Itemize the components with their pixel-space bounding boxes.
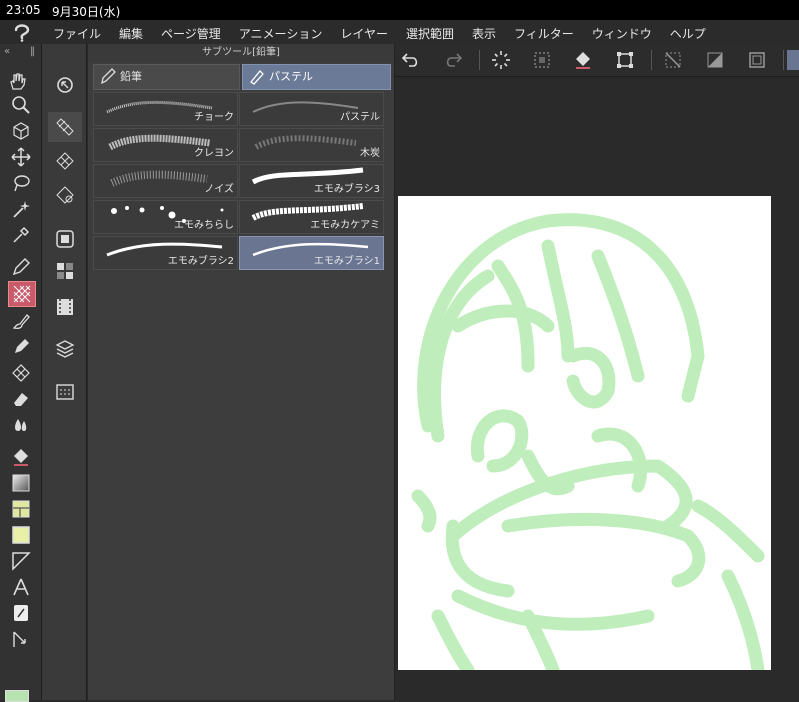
crop-icon[interactable] (745, 48, 769, 72)
material-icon[interactable] (52, 260, 78, 282)
lasso-tool-icon[interactable] (8, 172, 34, 194)
brush-item[interactable]: エモみちらし (93, 200, 238, 234)
app-logo-icon[interactable] (12, 22, 34, 42)
status-date: 9月30日(水) (52, 5, 121, 19)
collapse-left-icon[interactable]: « (4, 46, 10, 57)
group-tab-label: パステル (269, 70, 313, 83)
sketch-drawing (411, 213, 765, 670)
gradient-tool-icon[interactable] (8, 472, 34, 494)
color-swatch-icon[interactable] (8, 524, 34, 546)
brush-stroke-preview (254, 135, 357, 150)
menu-bar: ファイル 編集 ページ管理 アニメーション レイヤー 選択範囲 表示 フィルター… (0, 20, 799, 44)
brush-item[interactable]: クレヨン (93, 128, 238, 162)
busy-icon[interactable] (489, 48, 513, 72)
group-tab-pencil[interactable]: 鉛筆 (93, 64, 240, 90)
transform-icon[interactable] (613, 48, 637, 72)
magic-wand-icon[interactable] (8, 198, 34, 220)
hand-tool-icon[interactable] (4, 70, 30, 92)
subtool-menu-icon[interactable] (52, 74, 78, 96)
toolbar-separator (651, 50, 652, 70)
command-bar (395, 44, 799, 77)
toolbar-separator (479, 50, 480, 70)
group-tab-pastel[interactable]: パステル (242, 64, 391, 90)
brush-label: ノイズ (204, 184, 234, 195)
balloon-tool-icon[interactable] (8, 602, 34, 624)
group-tab-label: 鉛筆 (120, 70, 142, 83)
navigator-icon[interactable] (52, 228, 78, 250)
brush-item[interactable]: パステル (239, 92, 384, 126)
overflow-button[interactable] (787, 50, 799, 70)
menu-filter[interactable]: フィルター (514, 25, 574, 42)
pencil-icon (100, 67, 116, 94)
brush-tool-icon[interactable] (8, 310, 34, 332)
brush-group-icon[interactable] (52, 150, 78, 172)
pencil-group-icon[interactable] (48, 112, 82, 142)
brush-item[interactable]: エモみブラシ2 (93, 236, 238, 270)
brush-label: エモみブラシ3 (313, 184, 380, 195)
brush-item-selected[interactable]: エモみブラシ1 (239, 236, 384, 270)
status-time: 23:05 (6, 3, 41, 17)
subtool-panel-title: サブツール[鉛筆] (88, 44, 394, 62)
timeline-icon[interactable] (52, 296, 78, 318)
fill-tool-icon[interactable] (8, 446, 34, 468)
eraser-tool-icon[interactable] (8, 388, 34, 410)
toolbar-separator (783, 50, 784, 70)
redo-icon[interactable] (441, 48, 465, 72)
brush-label: 木炭 (360, 148, 380, 159)
brush-label: エモみちらし (174, 220, 234, 231)
move-tool-icon[interactable] (8, 146, 34, 168)
undo-icon[interactable] (399, 48, 423, 72)
fill-icon[interactable] (571, 48, 595, 72)
menu-page[interactable]: ページ管理 (161, 25, 221, 42)
brush-label: クレヨン (194, 148, 234, 159)
ruler-tool-icon[interactable] (8, 550, 34, 572)
menu-selection[interactable]: 選択範囲 (406, 25, 454, 42)
brush-item[interactable]: 木炭 (239, 128, 384, 162)
pattern-group-icon[interactable] (52, 184, 78, 206)
status-bar: 23:05 9月30日(水) (0, 0, 799, 20)
zoom-tool-icon[interactable] (8, 94, 34, 116)
layers-icon[interactable] (52, 338, 78, 360)
invert-icon[interactable] (703, 48, 727, 72)
brush-item[interactable]: ノイズ (93, 164, 238, 198)
object-tool-icon[interactable] (8, 120, 34, 142)
deselect-icon[interactable] (661, 48, 685, 72)
menu-animation[interactable]: アニメーション (239, 25, 323, 42)
pencil-tool-icon[interactable] (8, 281, 36, 307)
menu-view[interactable]: 表示 (472, 25, 496, 42)
decoration-tool-icon[interactable] (8, 362, 34, 384)
brush-item[interactable]: チョーク (93, 92, 238, 126)
brush-label: エモみブラシ1 (313, 256, 380, 267)
eyedropper-icon[interactable] (8, 224, 34, 246)
select-all-icon[interactable] (530, 48, 554, 72)
brush-item[interactable]: エモみブラシ3 (239, 164, 384, 198)
frame-tool-icon[interactable] (8, 498, 34, 520)
airbrush-icon[interactable] (8, 336, 34, 358)
brush-label: エモみカケアミ (310, 220, 380, 231)
menu-edit[interactable]: 編集 (119, 25, 143, 42)
menu-window[interactable]: ウィンドウ (592, 25, 652, 42)
panel-handle-icon[interactable]: ‖ (30, 46, 35, 57)
brush-label: パステル (340, 112, 380, 123)
pastel-icon (249, 67, 265, 94)
subtool-group-strip (42, 44, 87, 700)
blend-tool-icon[interactable] (8, 414, 34, 436)
menu-help[interactable]: ヘルプ (670, 25, 706, 42)
correct-line-icon[interactable] (8, 628, 34, 650)
subtool-panel: ☰ サブツール[鉛筆] 鉛筆 パステル チョーク パステル クレヨン 木炭 ノイ… (88, 44, 395, 700)
menu-layer[interactable]: レイヤー (340, 25, 388, 42)
brush-label: エモみブラシ2 (167, 256, 234, 267)
menu-file[interactable]: ファイル (53, 25, 101, 42)
current-color-swatch[interactable] (5, 690, 29, 702)
pen-tool-icon[interactable] (8, 256, 34, 278)
brush-item[interactable]: エモみカケアミ (239, 200, 384, 234)
text-tool-icon[interactable] (8, 576, 34, 598)
page-manager-icon[interactable] (52, 380, 78, 402)
drawing-canvas[interactable] (398, 196, 771, 670)
brush-label: チョーク (194, 112, 234, 123)
